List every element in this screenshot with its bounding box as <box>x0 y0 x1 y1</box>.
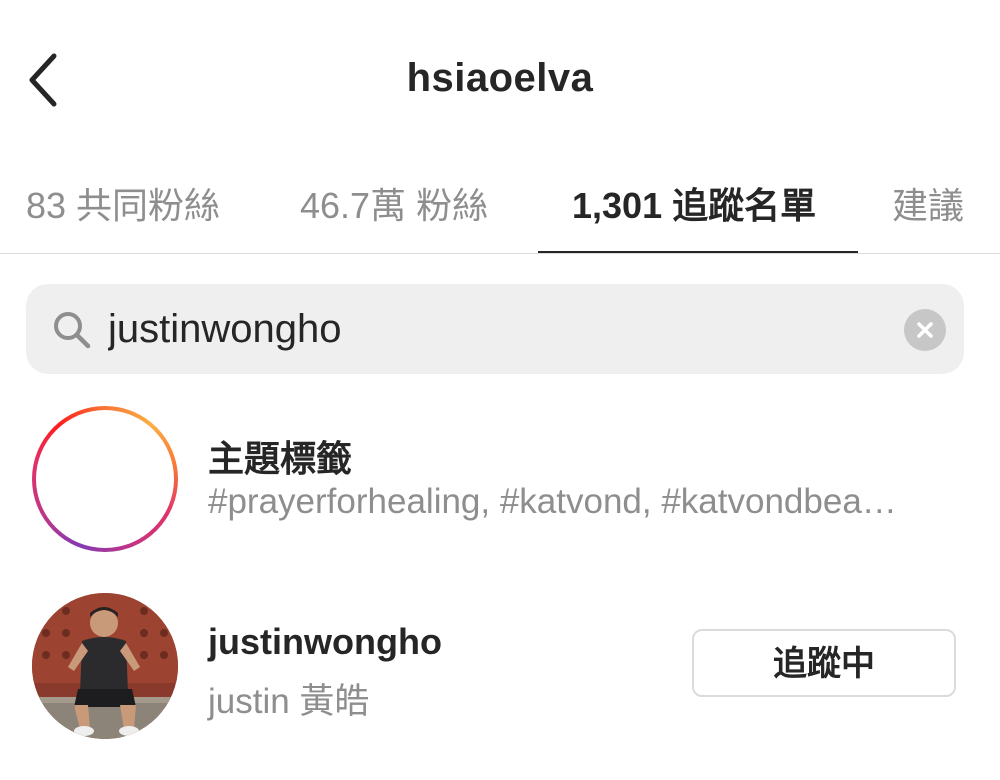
clear-icon <box>917 322 933 338</box>
hashtag-avatar <box>32 406 178 552</box>
hashtag-icon <box>70 440 140 518</box>
full-name: justin 黃皓 <box>208 682 370 721</box>
header: hsiaoelva <box>0 0 1000 160</box>
page-title: hsiaoelva <box>406 56 594 100</box>
tabs-divider <box>0 253 1000 254</box>
following-list-screen: hsiaoelva 83 共同粉絲 46.7萬 粉絲 1,301 追蹤名單 建議 <box>0 0 1000 780</box>
search-bar <box>26 284 964 374</box>
username: justinwongho <box>208 621 442 662</box>
search-input[interactable] <box>108 298 888 360</box>
user-result-row[interactable]: justinwongho justin 黃皓 追蹤中 <box>0 585 1000 755</box>
search-icon <box>54 312 91 349</box>
tab-mutual-followers[interactable]: 83 共同粉絲 <box>26 174 220 238</box>
hashtag-subtitle: #prayerforhealing, #katvond, #katvondbea… <box>208 482 897 521</box>
tab-followers[interactable]: 46.7萬 粉絲 <box>300 174 488 238</box>
hashtag-result-row[interactable]: 主題標籤 #prayerforhealing, #katvond, #katvo… <box>0 400 1000 560</box>
tab-suggested[interactable]: 建議 <box>892 174 964 238</box>
hashtag-title: 主題標籤 <box>208 438 353 479</box>
avatar[interactable] <box>32 593 178 739</box>
clear-search-button[interactable] <box>904 309 946 351</box>
tab-bar: 83 共同粉絲 46.7萬 粉絲 1,301 追蹤名單 建議 <box>0 160 1000 254</box>
tab-following[interactable]: 1,301 追蹤名單 <box>572 174 816 238</box>
following-button[interactable]: 追蹤中 <box>692 629 956 697</box>
